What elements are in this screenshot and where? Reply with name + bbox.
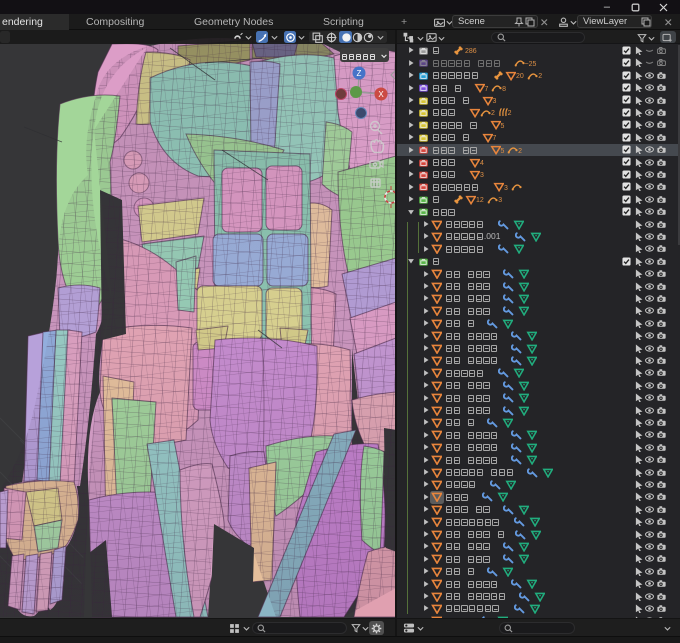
svg-text:X: X — [378, 90, 384, 99]
svg-text:Z: Z — [357, 69, 362, 78]
